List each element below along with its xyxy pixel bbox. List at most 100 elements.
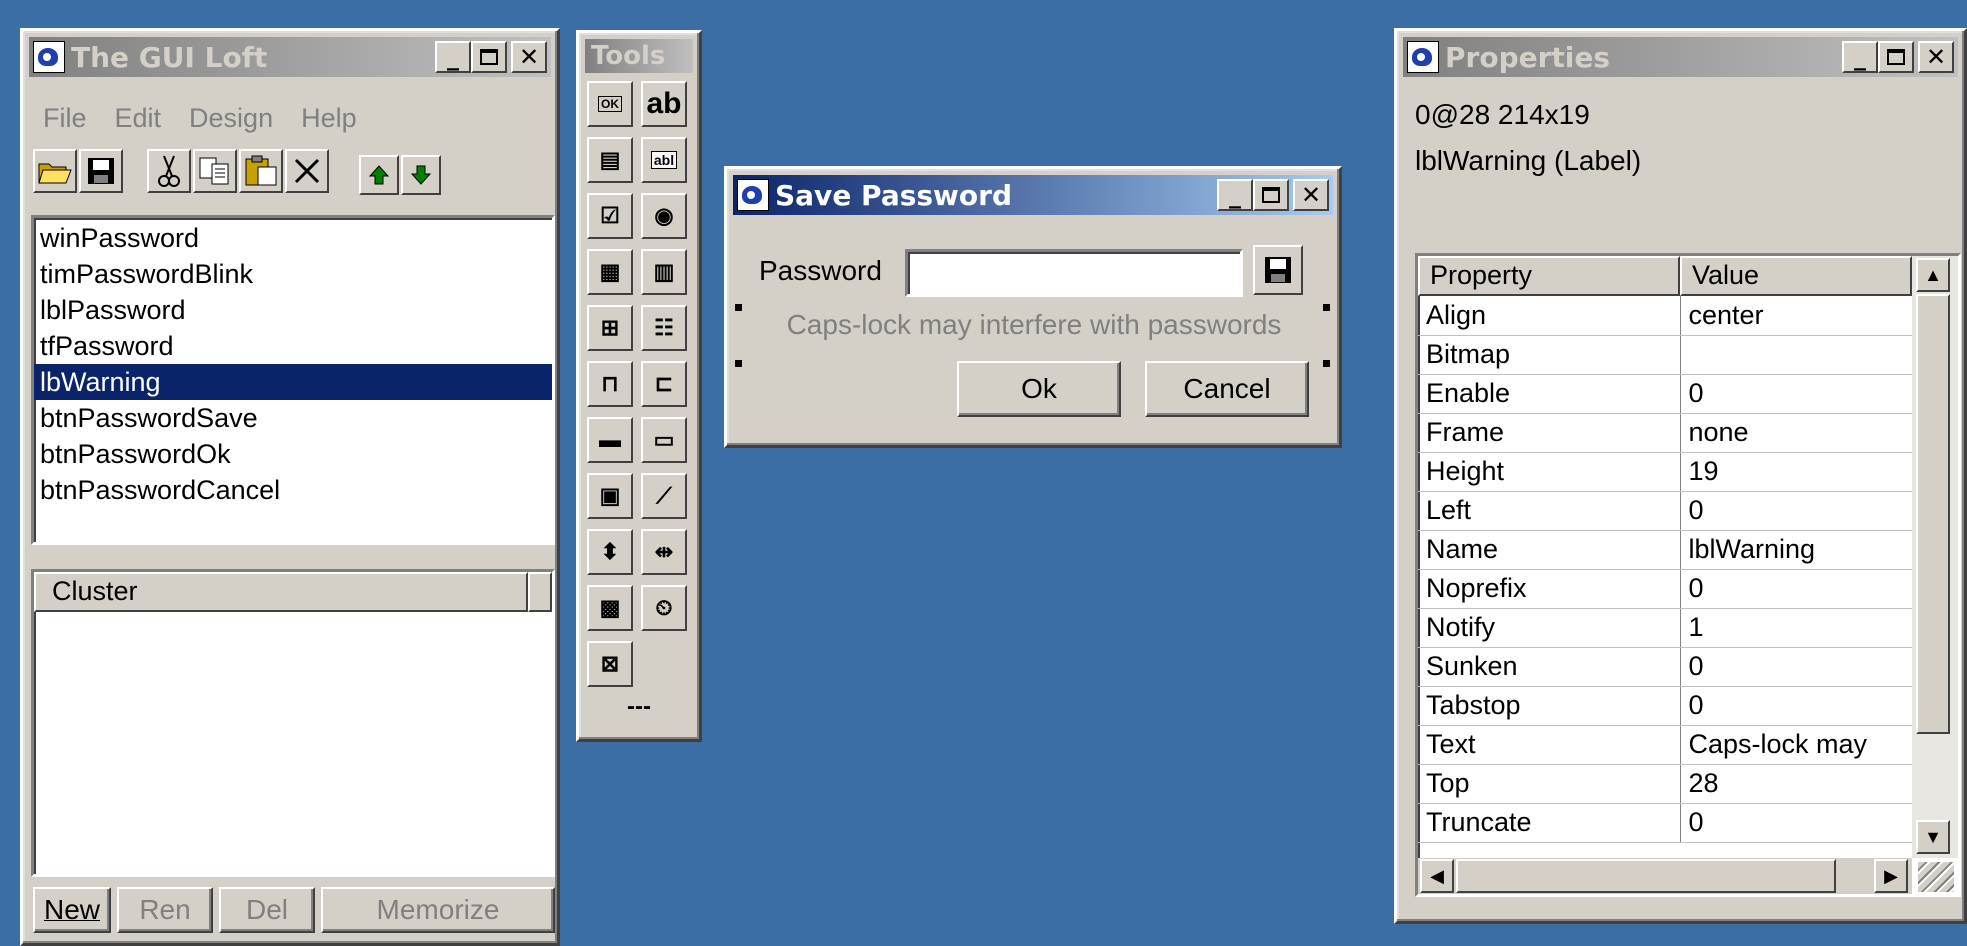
vertical-scrollbar[interactable]: ▲ ▼ [1912, 256, 1958, 858]
copy-button[interactable] [193, 149, 237, 193]
checkbox-tool-button[interactable]: ☑ [587, 193, 633, 239]
listbox-tool-button[interactable]: ▤ [587, 137, 633, 183]
scroll-thumb[interactable] [1916, 294, 1950, 734]
move-down-button[interactable] [401, 155, 441, 195]
list-item[interactable]: winPassword [34, 220, 552, 256]
menu-edit[interactable]: Edit [115, 103, 162, 134]
list-item[interactable]: btnPasswordCancel [34, 472, 552, 508]
table-row[interactable]: Height 19 [1418, 452, 1912, 492]
property-value[interactable]: 0 [1680, 491, 1912, 531]
property-value[interactable]: none [1680, 413, 1912, 453]
property-value[interactable]: 0 [1680, 803, 1912, 843]
property-value[interactable]: 0 [1680, 374, 1912, 414]
maximize-button[interactable] [1878, 41, 1914, 73]
table-row[interactable]: Truncate 0 [1418, 803, 1912, 843]
list-item[interactable]: lblPassword [34, 292, 552, 328]
cut-button[interactable] [147, 149, 191, 193]
tools-more[interactable]: --- [579, 693, 699, 721]
custom-tool-button[interactable]: ▩ [587, 585, 633, 631]
scroll-down-button[interactable]: ▼ [1916, 820, 1950, 854]
splitter-tool-button[interactable]: ⇹ [641, 529, 687, 575]
memorize-button[interactable]: Memorize [321, 887, 555, 933]
rename-button[interactable]: Ren [117, 887, 213, 933]
property-value[interactable]: 0 [1680, 647, 1912, 687]
text-label-tool-button[interactable]: ab [641, 81, 687, 127]
property-value[interactable]: center [1680, 296, 1912, 336]
grid-tool-button[interactable]: ▦ [587, 249, 633, 295]
property-value[interactable]: 1 [1680, 608, 1912, 648]
hscroll-thumb[interactable] [1456, 859, 1836, 893]
move-up-button[interactable] [359, 155, 399, 195]
table-row[interactable]: Sunken 0 [1418, 647, 1912, 687]
size-grip-icon[interactable] [1918, 862, 1954, 892]
property-value[interactable]: 0 [1680, 569, 1912, 609]
scroll-right-button[interactable]: ▶ [1874, 859, 1908, 893]
minimize-button[interactable]: _ [1842, 41, 1878, 73]
cluster-list[interactable]: Cluster [31, 569, 555, 877]
cluster-header[interactable]: Cluster [34, 572, 528, 612]
menu-file[interactable]: File [43, 103, 87, 134]
paste-button[interactable] [239, 149, 283, 193]
col-header-value[interactable]: Value [1680, 256, 1912, 296]
updown-tool-button[interactable]: ⬍ [587, 529, 633, 575]
save-button[interactable] [79, 149, 123, 193]
tab2-tool-button[interactable]: ⊏ [641, 361, 687, 407]
menu-design[interactable]: Design [189, 103, 273, 134]
scroll-left-button[interactable]: ◀ [1420, 859, 1454, 893]
horizontal-scrollbar[interactable]: ◀ ▶ [1418, 858, 1912, 894]
password-save-button[interactable] [1253, 245, 1303, 295]
property-value[interactable]: 28 [1680, 764, 1912, 804]
table-row[interactable]: Name lblWarning [1418, 530, 1912, 570]
treeview-tool-button[interactable]: ⊞ [587, 305, 633, 351]
gui-loft-titlebar[interactable]: The GUI Loft _ ✕ [29, 37, 551, 77]
minimize-button[interactable]: _ [1217, 179, 1253, 211]
properties-titlebar[interactable]: Properties _ ✕ [1403, 37, 1958, 77]
table-row[interactable]: Noprefix 0 [1418, 569, 1912, 609]
selection-handle[interactable] [735, 304, 742, 311]
selection-handle[interactable] [1323, 360, 1330, 367]
list-item[interactable]: btnPasswordSave [34, 400, 552, 436]
minimize-button[interactable]: _ [435, 41, 471, 73]
listview-tool-button[interactable]: ▥ [641, 249, 687, 295]
table-row[interactable]: Bitmap [1418, 335, 1912, 375]
table-row[interactable]: Tabstop 0 [1418, 686, 1912, 726]
table-row[interactable]: Left 0 [1418, 491, 1912, 531]
maximize-button[interactable] [471, 41, 507, 73]
table-row[interactable]: Text Caps-lock may [1418, 725, 1912, 765]
statusbar-tool-button[interactable]: ▭ [641, 417, 687, 463]
property-value[interactable]: 0 [1680, 686, 1912, 726]
open-button[interactable] [33, 149, 77, 193]
list-item[interactable]: tfPassword [34, 328, 552, 364]
line-tool-button[interactable]: ⟋ [641, 473, 687, 519]
close-button[interactable]: ✕ [511, 41, 547, 73]
menu-help[interactable]: Help [301, 103, 357, 134]
ok-button[interactable]: Ok [957, 361, 1121, 417]
selection-handle[interactable] [735, 360, 742, 367]
controls-list[interactable]: winPassword timPasswordBlink lblPassword… [31, 215, 555, 545]
list-item[interactable]: timPasswordBlink [34, 256, 552, 292]
tools-titlebar[interactable]: Tools [585, 39, 693, 73]
image-tool-button[interactable]: ▣ [587, 473, 633, 519]
button-tool-button[interactable]: OK [587, 81, 633, 127]
close-button[interactable]: ✕ [1918, 41, 1954, 73]
delete-cluster-button[interactable]: Del [219, 887, 315, 933]
progress-tool-button[interactable]: ▬ [587, 417, 633, 463]
close-button[interactable]: ✕ [1293, 179, 1329, 211]
dialog-titlebar[interactable]: Save Password _ ✕ [733, 175, 1333, 215]
table-row[interactable]: Enable 0 [1418, 374, 1912, 414]
textfield-tool-button[interactable]: abl [641, 137, 687, 183]
timer-tool-button[interactable]: ⏲ [641, 585, 687, 631]
list-item[interactable]: btnPasswordOk [34, 436, 552, 472]
password-field[interactable] [905, 249, 1243, 297]
table-row[interactable]: Frame none [1418, 413, 1912, 453]
caps-warning-label[interactable]: Caps-lock may interfere with passwords [743, 309, 1325, 341]
list-item-selected[interactable]: lbWarning [34, 364, 552, 400]
property-value[interactable]: lblWarning [1680, 530, 1912, 570]
property-value[interactable] [1680, 335, 1912, 375]
table-tool-button[interactable]: ☷ [641, 305, 687, 351]
delete-button[interactable] [285, 149, 329, 193]
tab-tool-button[interactable]: ⊓ [587, 361, 633, 407]
radio-tool-button[interactable]: ◉ [641, 193, 687, 239]
table-row[interactable]: Align center [1418, 296, 1912, 336]
new-button[interactable]: New [33, 887, 111, 933]
